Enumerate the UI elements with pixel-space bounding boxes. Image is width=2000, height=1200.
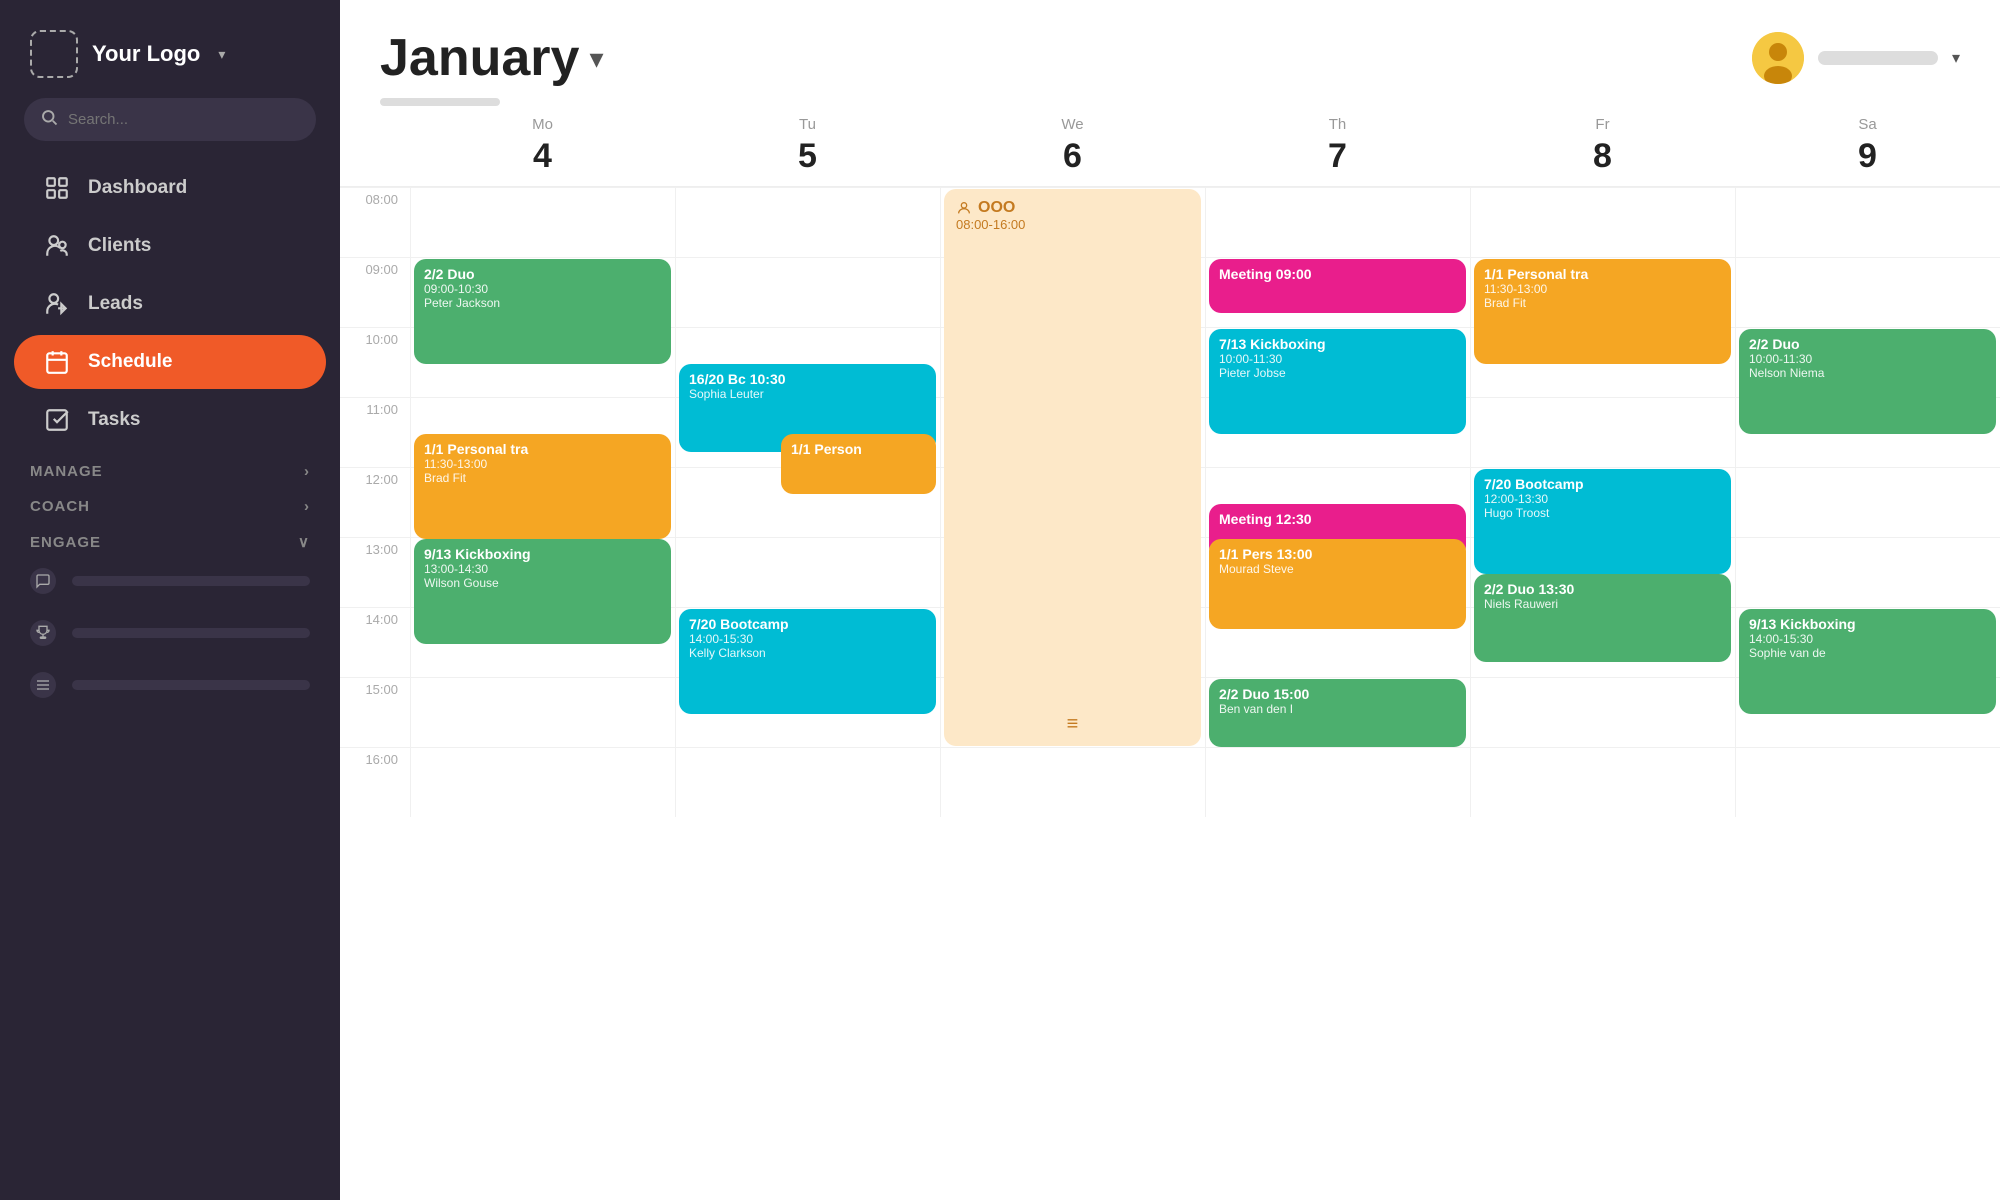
time-label: 13:00 [340,537,410,607]
event-th-2[interactable]: 7/13 Kickboxing 10:00-11:30 Pieter Jobse [1209,329,1466,434]
day-cell [1735,187,2000,257]
day-header-we: We 6 [940,116,1205,176]
day-cell [1470,397,1735,467]
engage-item-rewards[interactable] [0,607,340,659]
day-header-th: Th 7 [1205,116,1470,176]
day-cell [1735,257,2000,327]
list-icon [30,672,56,698]
header: January ▾ ▾ [340,0,2000,88]
calendar-grid-wrapper: 08:0009:0010:0011:0012:0013:0014:0015:00… [340,187,2000,817]
manage-chevron-icon: › [304,463,310,480]
engage-bar-messages [72,576,310,586]
we-events-col: OOO 08:00-16:00 ≡ [940,187,1205,817]
engage-chevron-icon: ∨ [298,533,310,551]
event-th-1[interactable]: Meeting 09:00 [1209,259,1466,313]
event-sa-2[interactable]: 9/13 Kickboxing 14:00-15:30 Sophie van d… [1739,609,1996,714]
time-label: 15:00 [340,677,410,747]
event-tu-2[interactable]: 1/1 Person [781,434,936,494]
engage-bar-reports [72,680,310,690]
day-cell [1735,537,2000,607]
event-mo-1[interactable]: 2/2 Duo 09:00-10:30 Peter Jackson [414,259,671,364]
day-cell [675,187,940,257]
day-header-fr: Fr 8 [1470,116,1735,176]
logo-box [30,30,78,78]
event-mo-3[interactable]: 9/13 Kickboxing 13:00-14:30 Wilson Gouse [414,539,671,644]
day-cell [675,257,940,327]
sidebar-item-schedule[interactable]: Schedule [14,335,326,389]
day-cell [675,747,940,817]
engage-item-reports[interactable] [0,659,340,711]
sidebar-item-dashboard-label: Dashboard [88,177,187,199]
event-th-5[interactable]: 2/2 Duo 15:00 Ben van den I [1209,679,1466,747]
time-label: 12:00 [340,467,410,537]
sidebar: Your Logo ▾ Dashboard Clients Leads Sche… [0,0,340,1200]
progress-bar [380,98,500,106]
engage-item-messages[interactable] [0,555,340,607]
user-name-bar [1818,51,1938,65]
event-fr-3[interactable]: 2/2 Duo 13:30 Niels Rauweri [1474,574,1731,662]
day-cell [675,537,940,607]
user-dropdown-icon[interactable]: ▾ [1952,48,1960,68]
event-sa-1[interactable]: 2/2 Duo 10:00-11:30 Nelson Niema [1739,329,1996,434]
search-bar[interactable] [24,98,316,141]
month-label: January [380,28,579,88]
sidebar-item-tasks[interactable]: Tasks [14,393,326,447]
coach-chevron-icon: › [304,498,310,515]
day-cell [1470,187,1735,257]
logo-chevron-icon: ▾ [218,46,225,63]
logo-text: Your Logo [92,41,200,67]
day-cell [940,747,1205,817]
engage-section-label: ENGAGE ∨ [0,519,340,555]
search-icon [40,108,58,131]
calendar-container: Mo 4 Tu 5 We 6 Th 7 Fr 8 Sa 9 [340,106,2000,1200]
day-header-mo: Mo 4 [410,116,675,176]
coach-section-label: COACH › [0,484,340,519]
event-th-4[interactable]: 1/1 Pers 13:00 Mourad Steve [1209,539,1466,629]
chat-icon [30,568,56,594]
calendar-header-row: Mo 4 Tu 5 We 6 Th 7 Fr 8 Sa 9 [340,106,2000,187]
time-label: 14:00 [340,607,410,677]
day-header-sa: Sa 9 [1735,116,2000,176]
month-dropdown-button[interactable]: ▾ [589,42,603,75]
event-tu-3[interactable]: 7/20 Bootcamp 14:00-15:30 Kelly Clarkson [679,609,936,714]
day-cell [410,677,675,747]
sidebar-item-tasks-label: Tasks [88,409,140,431]
sidebar-item-schedule-label: Schedule [88,351,172,373]
day-cell [1470,677,1735,747]
time-label: 11:00 [340,397,410,467]
sidebar-item-clients[interactable]: Clients [14,219,326,273]
day-cell [1205,747,1470,817]
day-cell [1735,467,2000,537]
month-chevron-icon: ▾ [589,42,603,75]
day-cell [410,187,675,257]
time-header-spacer [340,116,410,176]
manage-section-label: MANAGE › [0,449,340,484]
header-title-area: January ▾ [380,28,604,88]
header-right: ▾ [1752,32,1960,84]
header-progress [340,88,2000,106]
day-header-tu: Tu 5 [675,116,940,176]
sidebar-item-clients-label: Clients [88,235,151,257]
sidebar-item-leads-label: Leads [88,293,143,315]
event-mo-2[interactable]: 1/1 Personal tra 11:30-13:00 Brad Fit [414,434,671,539]
day-cell [410,747,675,817]
day-cell [1205,187,1470,257]
sidebar-item-leads[interactable]: Leads [14,277,326,331]
event-we-ooo[interactable]: OOO 08:00-16:00 ≡ [944,189,1201,746]
time-label: 16:00 [340,747,410,817]
event-fr-2[interactable]: 7/20 Bootcamp 12:00-13:30 Hugo Troost [1474,469,1731,574]
time-label: 09:00 [340,257,410,327]
search-input[interactable] [68,111,300,128]
sidebar-item-dashboard[interactable]: Dashboard [14,161,326,215]
time-label: 08:00 [340,187,410,257]
time-label: 10:00 [340,327,410,397]
event-fr-1[interactable]: 1/1 Personal tra 11:30-13:00 Brad Fit [1474,259,1731,364]
engage-bar-rewards [72,628,310,638]
day-cell [1735,747,2000,817]
avatar[interactable] [1752,32,1804,84]
day-cell [1470,747,1735,817]
trophy-icon [30,620,56,646]
main-content: January ▾ ▾ Mo [340,0,2000,1200]
logo-area[interactable]: Your Logo ▾ [0,0,340,98]
